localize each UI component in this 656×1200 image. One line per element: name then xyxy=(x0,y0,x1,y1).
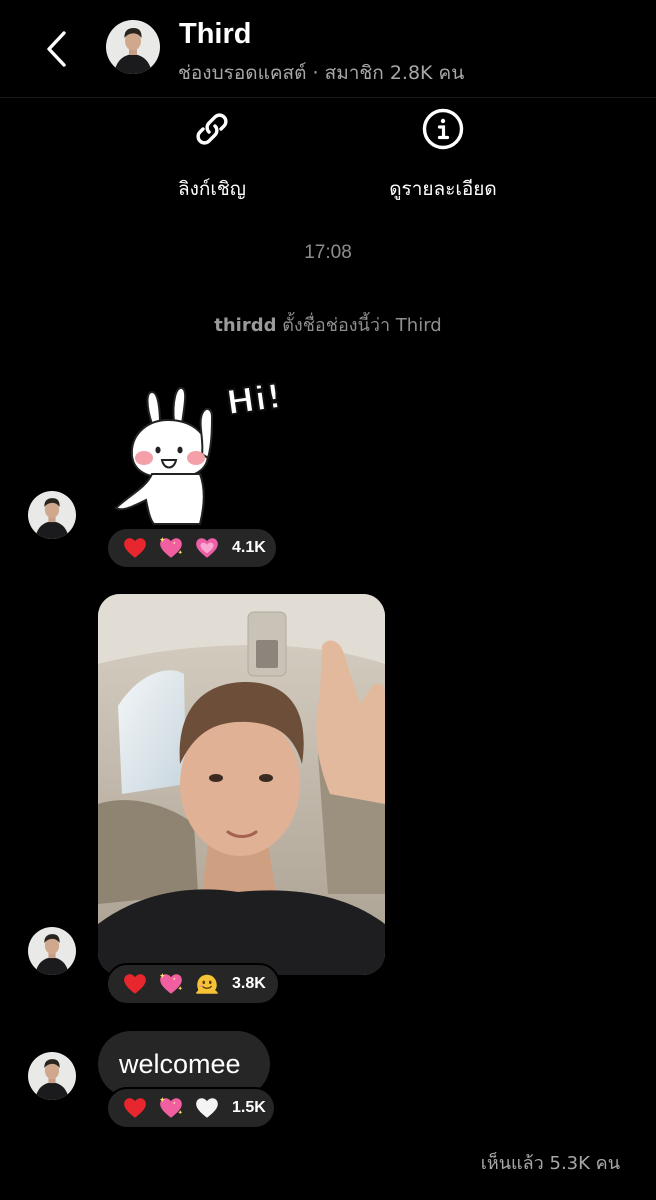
reaction-bar[interactable]: 1.5K xyxy=(106,1087,276,1129)
sticker-message[interactable]: Hi! xyxy=(108,368,288,528)
system-message: thirdd ตั้งชื่อช่องนี้ว่า Third xyxy=(0,310,656,339)
heart-icon xyxy=(122,535,148,561)
sparkling-heart-icon xyxy=(158,535,184,561)
sender-avatar[interactable] xyxy=(28,1052,76,1100)
growing-heart-icon xyxy=(194,535,220,561)
melting-face-icon xyxy=(194,971,220,997)
system-message-user[interactable]: thirdd xyxy=(214,315,276,336)
channel-avatar[interactable] xyxy=(106,20,160,74)
message-text: welcomee xyxy=(119,1048,241,1079)
chat-header: Third ช่องบรอดแคสต์ · สมาชิก 2.8K คน xyxy=(0,0,656,98)
photo-message[interactable] xyxy=(98,594,385,975)
selfie-photo xyxy=(98,594,385,975)
seen-status[interactable]: เห็นแล้ว 5.3K คน xyxy=(481,1148,620,1177)
sparkling-heart-icon xyxy=(158,971,184,997)
sticker-text: Hi! xyxy=(224,376,285,423)
invite-link-label: ลิงก์เชิญ xyxy=(177,178,246,200)
message-timestamp: 17:08 xyxy=(304,242,352,263)
system-message-text: ตั้งชื่อช่องนี้ว่า Third xyxy=(276,315,442,336)
invite-link-action[interactable]: ลิงก์เชิญ xyxy=(112,104,312,204)
reaction-count: 3.8K xyxy=(232,975,266,992)
bunny-sticker: Hi! xyxy=(114,375,285,525)
reaction-bar[interactable]: 4.1K xyxy=(106,527,278,569)
view-details-action[interactable]: ดูรายละเอียด xyxy=(343,104,543,204)
view-details-label: ดูรายละเอียด xyxy=(389,178,497,200)
channel-title[interactable]: Third xyxy=(179,18,252,51)
channel-subtitle: ช่องบรอดแคสต์ · สมาชิก 2.8K คน xyxy=(178,62,465,84)
reaction-count: 1.5K xyxy=(232,1099,266,1116)
white-heart-icon xyxy=(194,1095,220,1121)
sparkling-heart-icon xyxy=(158,1095,184,1121)
heart-icon xyxy=(122,971,148,997)
info-icon xyxy=(422,108,464,150)
back-button[interactable] xyxy=(36,26,76,72)
link-icon xyxy=(196,113,228,145)
heart-icon xyxy=(122,1095,148,1121)
chevron-left-icon xyxy=(47,31,66,67)
sender-avatar[interactable] xyxy=(28,491,76,539)
sender-avatar[interactable] xyxy=(28,927,76,975)
reaction-count: 4.1K xyxy=(232,539,266,556)
reaction-bar[interactable]: 3.8K xyxy=(106,963,280,1005)
